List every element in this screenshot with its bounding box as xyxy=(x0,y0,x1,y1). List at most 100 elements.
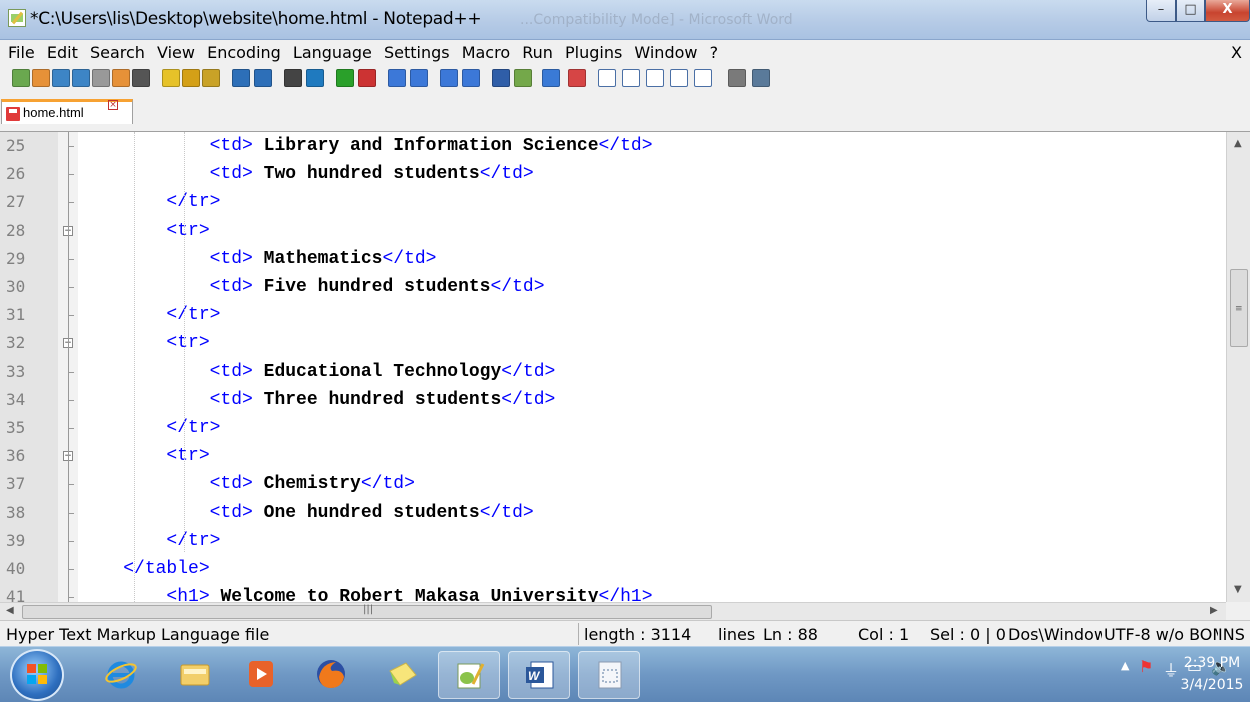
menu-search[interactable]: Search xyxy=(90,43,145,62)
undo-icon[interactable] xyxy=(232,69,250,87)
menu-edit[interactable]: Edit xyxy=(47,43,78,62)
find-icon[interactable] xyxy=(284,69,302,87)
save-icon[interactable] xyxy=(52,69,70,87)
sync-h-icon[interactable] xyxy=(410,69,428,87)
tag-content: Mathematics xyxy=(252,249,383,269)
all-chars-icon[interactable] xyxy=(462,69,480,87)
print-icon[interactable] xyxy=(132,69,150,87)
minimize-button[interactable]: – xyxy=(1146,0,1176,22)
copy-icon[interactable] xyxy=(182,69,200,87)
menu-window[interactable]: Window xyxy=(634,43,697,62)
zoom-in-icon[interactable] xyxy=(336,69,354,87)
record-macro-icon[interactable] xyxy=(598,69,616,87)
html-closing-tag: </td> xyxy=(479,503,534,523)
code-editor[interactable]: 25 <td> Library and Information Science<… xyxy=(0,132,1226,602)
menu-run[interactable]: Run xyxy=(522,43,553,62)
code-text: </table> xyxy=(80,559,210,579)
start-button[interactable] xyxy=(10,649,64,701)
line-number: 38 xyxy=(6,503,26,522)
html-tag: <td> xyxy=(209,136,253,156)
taskbar-notepadpp[interactable] xyxy=(438,651,500,699)
html-tag: </table> xyxy=(123,559,210,579)
html-tag: <tr> xyxy=(166,446,210,466)
plugin-icon[interactable] xyxy=(752,69,770,87)
notepadpp-app-icon[interactable] xyxy=(8,9,26,27)
html-closing-tag: </td> xyxy=(501,390,556,410)
status-insert-mode: INS xyxy=(1218,625,1245,644)
code-text: <h1> Welcome to Robert Makasa University… xyxy=(80,587,653,602)
cut-icon[interactable] xyxy=(162,69,180,87)
status-divider xyxy=(578,623,579,645)
wrap-icon[interactable] xyxy=(440,69,458,87)
code-line[interactable]: 40 </table> xyxy=(0,555,1226,583)
scroll-down-arrow-icon[interactable]: ▼ xyxy=(1234,584,1242,595)
code-line[interactable]: 41 <h1> Welcome to Robert Makasa Univers… xyxy=(0,583,1226,602)
indent-guide xyxy=(184,132,185,552)
stop-macro-icon[interactable] xyxy=(622,69,640,87)
action-center-flag-icon[interactable]: ⚑ xyxy=(1139,657,1153,676)
close-button[interactable]: X xyxy=(1205,0,1250,22)
notepadpp-icon xyxy=(457,663,485,689)
menu-encoding[interactable]: Encoding xyxy=(207,43,281,62)
grip-icon: ≡ xyxy=(1235,304,1243,314)
open-file-icon[interactable] xyxy=(32,69,50,87)
show-hidden-icons-icon[interactable]: ▲ xyxy=(1121,659,1129,672)
taskbar-word[interactable]: W xyxy=(508,651,570,699)
scroll-right-arrow-icon[interactable]: ▶ xyxy=(1210,605,1218,616)
paste-icon[interactable] xyxy=(202,69,220,87)
close-document-button[interactable]: X xyxy=(1231,43,1242,62)
replace-icon[interactable] xyxy=(306,69,324,87)
taskbar-firefox[interactable] xyxy=(300,651,362,699)
tag-content: Five hundred students xyxy=(252,277,491,297)
zoom-out-icon[interactable] xyxy=(358,69,376,87)
horizontal-scrollbar[interactable]: ◀ ||| ▶ xyxy=(0,602,1226,620)
vertical-scrollbar[interactable]: ▲ ≡ ▼ xyxy=(1226,132,1250,602)
internet-explorer-icon xyxy=(105,661,137,689)
taskbar-file-explorer[interactable] xyxy=(164,651,226,699)
menu-view[interactable]: View xyxy=(157,43,195,62)
taskbar-snipping-tool[interactable] xyxy=(578,651,640,699)
tab-close-icon[interactable]: × xyxy=(108,100,118,110)
play-macro-icon[interactable] xyxy=(646,69,664,87)
menu-language[interactable]: Language xyxy=(293,43,372,62)
lang-icon[interactable] xyxy=(514,69,532,87)
status-eol-format: Dos\Windows xyxy=(1008,625,1102,644)
new-file-icon[interactable] xyxy=(12,69,30,87)
menu-settings[interactable]: Settings xyxy=(384,43,450,62)
media-player-icon xyxy=(249,661,273,687)
code-text: </tr> xyxy=(80,192,220,212)
sync-v-icon[interactable] xyxy=(388,69,406,87)
indent-guide-icon[interactable] xyxy=(492,69,510,87)
function-list-icon[interactable] xyxy=(568,69,586,87)
line-number: 29 xyxy=(6,249,26,268)
redo-icon[interactable] xyxy=(254,69,272,87)
scroll-left-arrow-icon[interactable]: ◀ xyxy=(6,605,14,616)
menu-plugins[interactable]: Plugins xyxy=(565,43,622,62)
run-macro-icon[interactable] xyxy=(670,69,688,87)
menu-file[interactable]: File xyxy=(8,43,35,62)
taskbar-sticky-notes[interactable] xyxy=(372,651,434,699)
menu-help[interactable]: ? xyxy=(710,43,719,62)
save-all-icon[interactable] xyxy=(72,69,90,87)
html-closing-tag: </h1> xyxy=(598,587,653,602)
spellcheck-icon[interactable] xyxy=(728,69,746,87)
scroll-up-arrow-icon[interactable]: ▲ xyxy=(1234,138,1242,149)
menu-macro[interactable]: Macro xyxy=(462,43,510,62)
close-icon[interactable] xyxy=(92,69,110,87)
system-clock[interactable]: 2:39 PM 3/4/2015 xyxy=(1178,652,1246,696)
close-all-icon[interactable] xyxy=(112,69,130,87)
unsaved-file-icon xyxy=(6,107,20,121)
status-encoding: UTF-8 w/o BOM xyxy=(1104,625,1218,644)
vertical-scroll-thumb[interactable]: ≡ xyxy=(1230,269,1248,347)
html-tag: <td> xyxy=(209,390,253,410)
maximize-button[interactable]: □ xyxy=(1176,0,1205,22)
doc-map-icon[interactable] xyxy=(542,69,560,87)
save-macro-icon[interactable] xyxy=(694,69,712,87)
horizontal-scroll-thumb[interactable]: ||| xyxy=(22,604,712,619)
html-tag: </tr> xyxy=(166,531,221,551)
snipping-tool-icon xyxy=(598,661,622,689)
tab-home-html[interactable]: home.html × xyxy=(1,99,133,124)
taskbar-internet-explorer[interactable] xyxy=(90,651,152,699)
taskbar-media-player[interactable] xyxy=(230,651,292,699)
power-plug-icon[interactable]: ⏚ xyxy=(1163,657,1179,681)
